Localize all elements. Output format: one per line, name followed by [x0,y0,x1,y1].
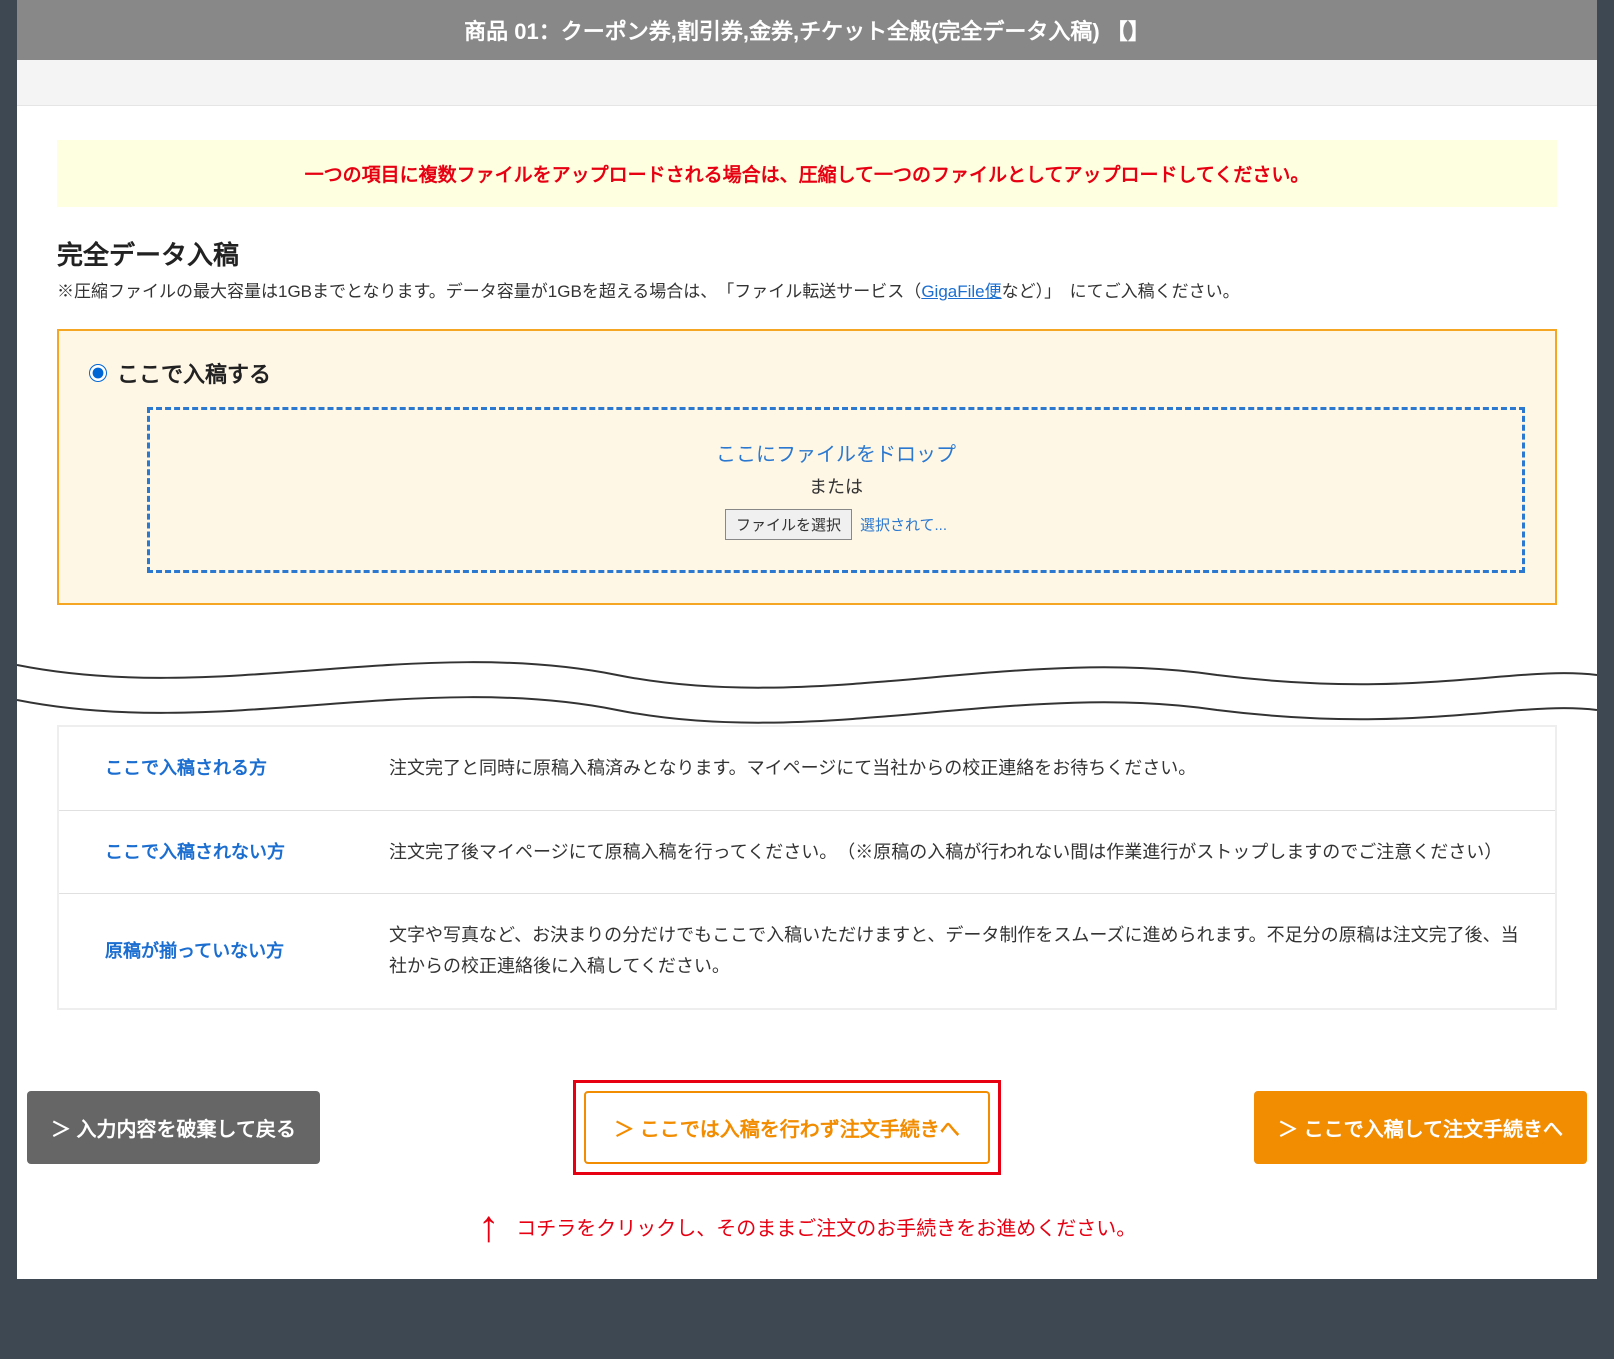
file-status-text: 選択されて... [860,514,947,535]
info-frame: ここで入稿される方 注文完了と同時に原稿入稿済みとなります。マイページにて当社か… [57,725,1557,1009]
info-section: ここで入稿される方 注文完了と同時に原稿入稿済みとなります。マイページにて当社か… [17,725,1597,1049]
upload-here-label: ここで入稿する [117,357,271,389]
upload-notice-banner: 一つの項目に複数ファイルをアップロードされる場合は、圧縮して一つのファイルとして… [57,140,1557,207]
info-table: ここで入稿される方 注文完了と同時に原稿入稿済みとなります。マイページにて当社か… [59,727,1555,1007]
section-title: 完全データ入稿 [57,235,1557,272]
info-row-text: 注文完了と同時に原稿入稿済みとなります。マイページにて当社からの校正連絡をお待ち… [369,727,1555,810]
info-row-label: ここで入稿されない方 [59,810,369,894]
info-row-incomplete: 原稿が揃っていない方 文字や写真など、お決まりの分だけでもここで入稿いただけます… [59,894,1555,1008]
product-header-title: 商品 01：クーポン券,割引券,金券,チケット全般(完全データ入稿) 【】 [464,19,1150,44]
up-arrow-icon: ↑ [478,1205,500,1249]
discard-and-back-button[interactable]: ＞ 入力内容を破棄して戻る [27,1091,320,1164]
content-area: 一つの項目に複数ファイルをアップロードされる場合は、圧縮して一つのファイルとして… [17,106,1597,645]
gigafile-link[interactable]: GigaFile便 [921,282,1001,301]
upload-notice-text: 一つの項目に複数ファイルをアップロードされる場合は、圧縮して一つのファイルとして… [305,165,1310,186]
content-break-wave [17,645,1597,725]
instruction-annotation: ↑ コチラをクリックし、そのままご注文のお手続きをお進めください。 [17,1205,1597,1279]
skip-upload-highlight: ＞ ここでは入稿を行わず注文手続きへ [573,1080,1001,1175]
section-description: ※圧縮ファイルの最大容量は1GBまでとなります。データ容量が1GBを超える場合は… [57,278,1557,305]
dropzone-text-drop: ここにファイルをドロップ [170,438,1502,467]
product-header: 商品 01：クーポン券,割引券,金券,チケット全般(完全データ入稿) 【】 [17,0,1597,60]
info-row-submit-here: ここで入稿される方 注文完了と同時に原稿入稿済みとなります。マイページにて当社か… [59,727,1555,810]
info-row-text: 文字や写真など、お決まりの分だけでもここで入稿いただけますと、データ制作をスムー… [369,894,1555,1008]
upload-frame: ここで入稿する ここにファイルをドロップ または ファイルを選択 選択されて..… [57,329,1557,605]
info-row-text: 注文完了後マイページにて原稿入稿を行ってください。 （※原稿の入稿が行われない間… [369,810,1555,894]
spacer-strip [17,60,1597,106]
upload-here-option[interactable]: ここで入稿する [89,357,1525,389]
dropzone-text-or: または [170,473,1502,499]
action-button-row: ＞ 入力内容を破棄して戻る ＞ ここでは入稿を行わず注文手続きへ ＞ ここで入稿… [27,1050,1587,1211]
skip-upload-proceed-button[interactable]: ＞ ここでは入稿を行わず注文手続きへ [584,1091,990,1164]
info-row-label: ここで入稿される方 [59,727,369,810]
upload-here-radio[interactable] [89,364,107,382]
section-desc-pre: ※圧縮ファイルの最大容量は1GBまでとなります。データ容量が1GBを超える場合は… [57,282,921,301]
upload-and-proceed-button[interactable]: ＞ ここで入稿して注文手続きへ [1254,1091,1587,1164]
section-desc-post: など）」 にてご入稿ください。 [1002,282,1240,301]
info-row-label: 原稿が揃っていない方 [59,894,369,1008]
info-row-submit-later: ここで入稿されない方 注文完了後マイページにて原稿入稿を行ってください。 （※原… [59,810,1555,894]
instruction-annotation-text: コチラをクリックし、そのままご注文のお手続きをお進めください。 [516,1212,1136,1241]
file-dropzone[interactable]: ここにファイルをドロップ または ファイルを選択 選択されて... [147,407,1525,573]
choose-file-button[interactable]: ファイルを選択 [725,509,852,540]
page-container: 商品 01：クーポン券,割引券,金券,チケット全般(完全データ入稿) 【】 一つ… [17,0,1597,1279]
